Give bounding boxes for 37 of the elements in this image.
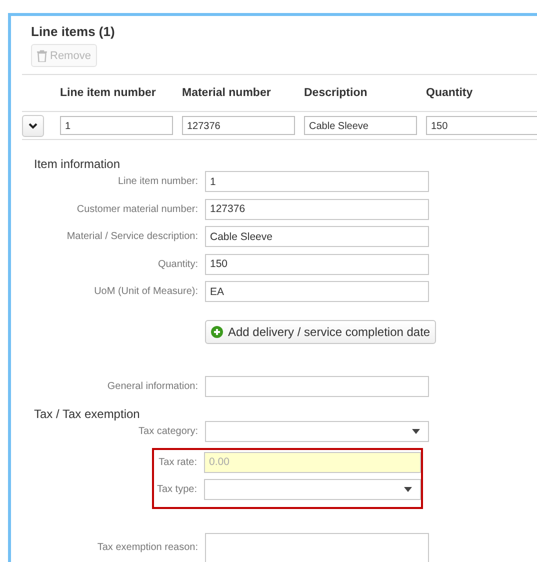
column-header: Description [304, 87, 368, 99]
input-field[interactable]: Cable Sleeve [205, 226, 429, 247]
dropdown-field[interactable] [205, 421, 429, 442]
input-field[interactable]: 150 [426, 116, 537, 135]
expand-toggle[interactable] [22, 114, 44, 136]
input-field[interactable]: EA [205, 281, 429, 302]
field-label: Tax exemption reason: [96, 542, 198, 553]
section-heading: Tax / Tax exemption [34, 407, 141, 421]
column-header: Line item number [60, 87, 157, 99]
input-field[interactable]: 127376 [205, 198, 429, 220]
input-field[interactable]: 150 [205, 254, 429, 274]
chevron-icon [28, 120, 38, 130]
field-label: General information: [106, 381, 198, 392]
panel-title: Line items (1) [30, 23, 116, 39]
input-field[interactable]: 1 [205, 171, 429, 192]
input-field[interactable]: 127376 [182, 116, 295, 135]
trash-icon [37, 50, 47, 62]
dropdown-arrow-icon[interactable] [404, 487, 412, 492]
section-heading: Item information [34, 157, 122, 171]
dropdown-field[interactable] [204, 479, 421, 500]
field-label: Material / Service description: [66, 231, 198, 242]
dropdown-arrow-icon[interactable] [412, 429, 420, 434]
input-field[interactable] [205, 376, 429, 397]
input-field[interactable]: 1 [60, 116, 173, 135]
text-area[interactable] [205, 532, 429, 562]
field-label: Line item number: [116, 176, 198, 187]
field-label: Tax rate: [158, 456, 197, 468]
column-header: Material number [182, 87, 272, 99]
add-date-button[interactable]: Add delivery / service completion date [205, 320, 436, 344]
plus-circle-icon [211, 326, 223, 338]
field-label: Tax category: [138, 426, 198, 437]
field-label: Quantity: [156, 258, 198, 270]
column-header: Quantity [426, 87, 474, 99]
field-label: Tax type: [156, 484, 197, 495]
field-label: UoM (Unit of Measure): [93, 286, 198, 297]
input-field[interactable]: Cable Sleeve [304, 116, 417, 135]
field-label: Customer material number: [76, 204, 198, 214]
